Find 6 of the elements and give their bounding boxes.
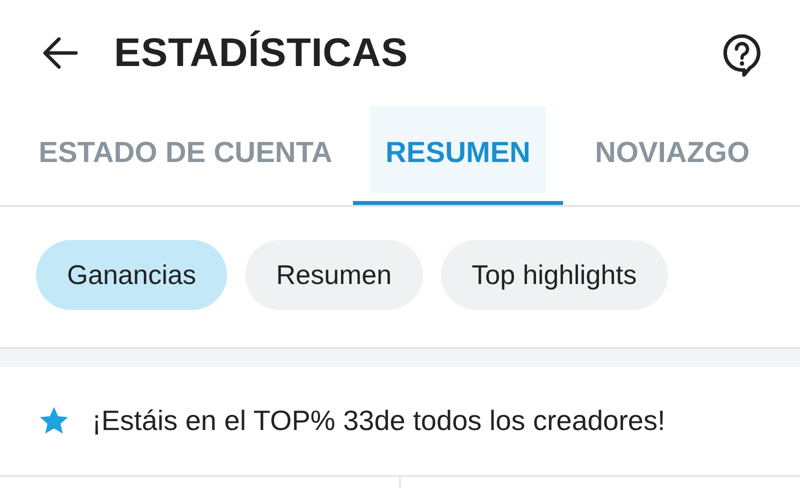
- ranking-message: ¡Estáis en el TOP% 33de todos los creadores!: [92, 405, 666, 437]
- page-title: ESTADÍSTICAS: [114, 30, 409, 76]
- filter-chip[interactable]: Ganancias: [36, 240, 228, 310]
- filter-chip[interactable]: Resumen: [245, 240, 423, 310]
- help-icon[interactable]: [722, 33, 762, 77]
- filter-chip[interactable]: Top highlights: [440, 240, 668, 310]
